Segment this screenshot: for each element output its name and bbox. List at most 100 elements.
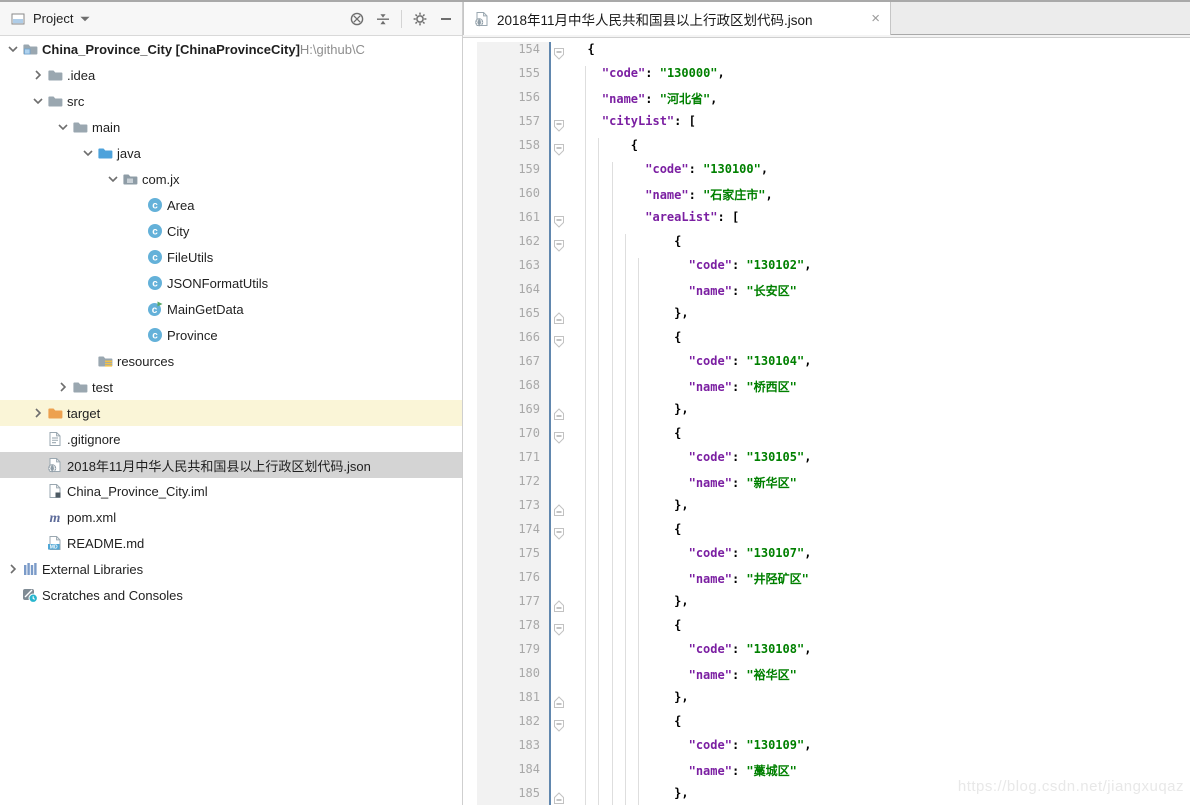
tree-item-java[interactable]: java — [0, 140, 462, 166]
chevron-expanded-icon[interactable] — [4, 41, 22, 57]
fold-marker-icon[interactable] — [553, 215, 565, 229]
json-key: "name" — [688, 764, 732, 778]
fold-marker-icon[interactable] — [553, 791, 565, 805]
code-line-177[interactable]: 177 }, — [463, 594, 1190, 618]
code-area[interactable]: 154 {155 "code": "130000", 156 "name": "河… — [463, 42, 1190, 805]
code-line-159[interactable]: 159 "code": "130100", — [463, 162, 1190, 186]
tree-item-china-province-city.iml[interactable]: China_Province_City.iml — [0, 478, 462, 504]
tree-item-label: test — [92, 379, 113, 395]
tree-item-fileutils[interactable]: c FileUtils — [0, 244, 462, 270]
tab-close-icon[interactable]: × — [871, 11, 880, 26]
tree-item-src[interactable]: src — [0, 88, 462, 114]
fold-marker-icon[interactable] — [553, 719, 565, 733]
code-line-161[interactable]: 161 "areaList": [ — [463, 210, 1190, 234]
code-line-168[interactable]: 168 "name": "桥西区" — [463, 378, 1190, 402]
locate-icon[interactable] — [349, 11, 365, 27]
svg-text:m: m — [50, 511, 61, 525]
tree-item-target[interactable]: target — [0, 400, 462, 426]
chevron-expanded-icon[interactable] — [79, 145, 97, 161]
code-line-154[interactable]: 154 { — [463, 42, 1190, 66]
tree-item-com.jx[interactable]: com.jx — [0, 166, 462, 192]
fold-marker-icon[interactable] — [553, 695, 565, 709]
code-line-165[interactable]: 165 }, — [463, 306, 1190, 330]
code-line-169[interactable]: 169 }, — [463, 402, 1190, 426]
tree-item-china-province-city-chinaprovincecity[interactable]: China_Province_City [ChinaProvinceCity] … — [0, 36, 462, 62]
collapse-all-icon[interactable] — [375, 11, 391, 27]
tree-item-.gitignore[interactable]: .gitignore — [0, 426, 462, 452]
code-line-156[interactable]: 156 "name": "河北省", — [463, 90, 1190, 114]
code-line-171[interactable]: 171 "code": "130105", — [463, 450, 1190, 474]
code-line-166[interactable]: 166 { — [463, 330, 1190, 354]
fold-marker-icon[interactable] — [553, 311, 565, 325]
editor-tab[interactable]: {} 2018年11月中华人民共和国县以上行政区划代码.json × — [463, 2, 891, 35]
tree-item-pom.xml[interactable]: m pom.xml — [0, 504, 462, 530]
code-line-162[interactable]: 162 { — [463, 234, 1190, 258]
tree-item-readme.md[interactable]: MD README.md — [0, 530, 462, 556]
code-line-179[interactable]: 179 "code": "130108", — [463, 642, 1190, 666]
chevron-expanded-icon[interactable] — [29, 93, 47, 109]
gear-icon[interactable] — [412, 11, 428, 27]
json-key: "cityList" — [601, 114, 675, 128]
tree-item-label: src — [67, 93, 85, 109]
chevron-collapsed-icon[interactable] — [29, 67, 47, 83]
chevron-expanded-icon[interactable] — [104, 171, 122, 187]
fold-marker-icon[interactable] — [553, 431, 565, 445]
tree-item-path: H:\github\C — [299, 41, 365, 57]
code-line-181[interactable]: 181 }, — [463, 690, 1190, 714]
tree-item-.idea[interactable]: .idea — [0, 62, 462, 88]
code-text: "name": "裕华区" — [573, 666, 797, 690]
fold-marker-icon[interactable] — [553, 335, 565, 349]
chevron-down-icon[interactable] — [77, 11, 91, 27]
code-line-170[interactable]: 170 { — [463, 426, 1190, 450]
fold-marker-icon[interactable] — [553, 239, 565, 253]
project-panel-title[interactable]: Project — [33, 11, 73, 26]
tree-item-province[interactable]: c Province — [0, 322, 462, 348]
code-line-176[interactable]: 176 "name": "井陉矿区" — [463, 570, 1190, 594]
chevron-collapsed-icon[interactable] — [4, 561, 22, 577]
tree-item-resources[interactable]: resources — [0, 348, 462, 374]
code-line-183[interactable]: 183 "code": "130109", — [463, 738, 1190, 762]
fold-marker-icon[interactable] — [553, 503, 565, 517]
code-line-160[interactable]: 160 "name": "石家庄市", — [463, 186, 1190, 210]
code-line-174[interactable]: 174 { — [463, 522, 1190, 546]
tree-item-area[interactable]: c Area — [0, 192, 462, 218]
code-line-163[interactable]: 163 "code": "130102", — [463, 258, 1190, 282]
tree-item-2018-11-.json[interactable]: {} 2018年11月中华人民共和国县以上行政区划代码.json — [0, 452, 462, 478]
code-line-164[interactable]: 164 "name": "长安区" — [463, 282, 1190, 306]
code-line-180[interactable]: 180 "name": "裕华区" — [463, 666, 1190, 690]
fold-marker-icon[interactable] — [553, 47, 565, 61]
fold-marker-icon[interactable] — [553, 119, 565, 133]
code-line-172[interactable]: 172 "name": "新华区" — [463, 474, 1190, 498]
tree-item-main[interactable]: main — [0, 114, 462, 140]
tree-item-city[interactable]: c City — [0, 218, 462, 244]
code-line-175[interactable]: 175 "code": "130107", — [463, 546, 1190, 570]
code-line-178[interactable]: 178 { — [463, 618, 1190, 642]
fold-marker-icon[interactable] — [553, 143, 565, 157]
fold-marker-icon[interactable] — [553, 407, 565, 421]
chevron-collapsed-icon[interactable] — [54, 379, 72, 395]
code-line-167[interactable]: 167 "code": "130104", — [463, 354, 1190, 378]
project-toolwindow-icon[interactable] — [10, 11, 26, 27]
tree-item-test[interactable]: test — [0, 374, 462, 400]
chevron-collapsed-icon[interactable] — [29, 405, 47, 421]
code-line-157[interactable]: 157 "cityList": [ — [463, 114, 1190, 138]
json-string: "130104" — [746, 354, 805, 368]
hide-icon[interactable] — [438, 11, 454, 27]
fold-marker-icon[interactable] — [553, 527, 565, 541]
json-string: "长安区" — [746, 284, 797, 298]
fold-marker-icon[interactable] — [553, 623, 565, 637]
code-line-155[interactable]: 155 "code": "130000", — [463, 66, 1190, 90]
code-text: { — [573, 42, 594, 66]
fold-marker-icon[interactable] — [553, 599, 565, 613]
tree-item-jsonformatutils[interactable]: c JSONFormatUtils — [0, 270, 462, 296]
line-number: 154 — [518, 42, 540, 56]
tree-item-external-libraries[interactable]: External Libraries — [0, 556, 462, 582]
tree-item-scratches-and-consoles[interactable]: Scratches and Consoles — [0, 582, 462, 608]
chevron-expanded-icon[interactable] — [54, 119, 72, 135]
code-line-158[interactable]: 158 { — [463, 138, 1190, 162]
code-line-173[interactable]: 173 }, — [463, 498, 1190, 522]
editor-body[interactable]: 154 {155 "code": "130000", 156 "name": "河… — [463, 42, 1190, 805]
code-line-182[interactable]: 182 { — [463, 714, 1190, 738]
tree-item-maingetdata[interactable]: c MainGetData — [0, 296, 462, 322]
line-number: 170 — [518, 426, 540, 440]
